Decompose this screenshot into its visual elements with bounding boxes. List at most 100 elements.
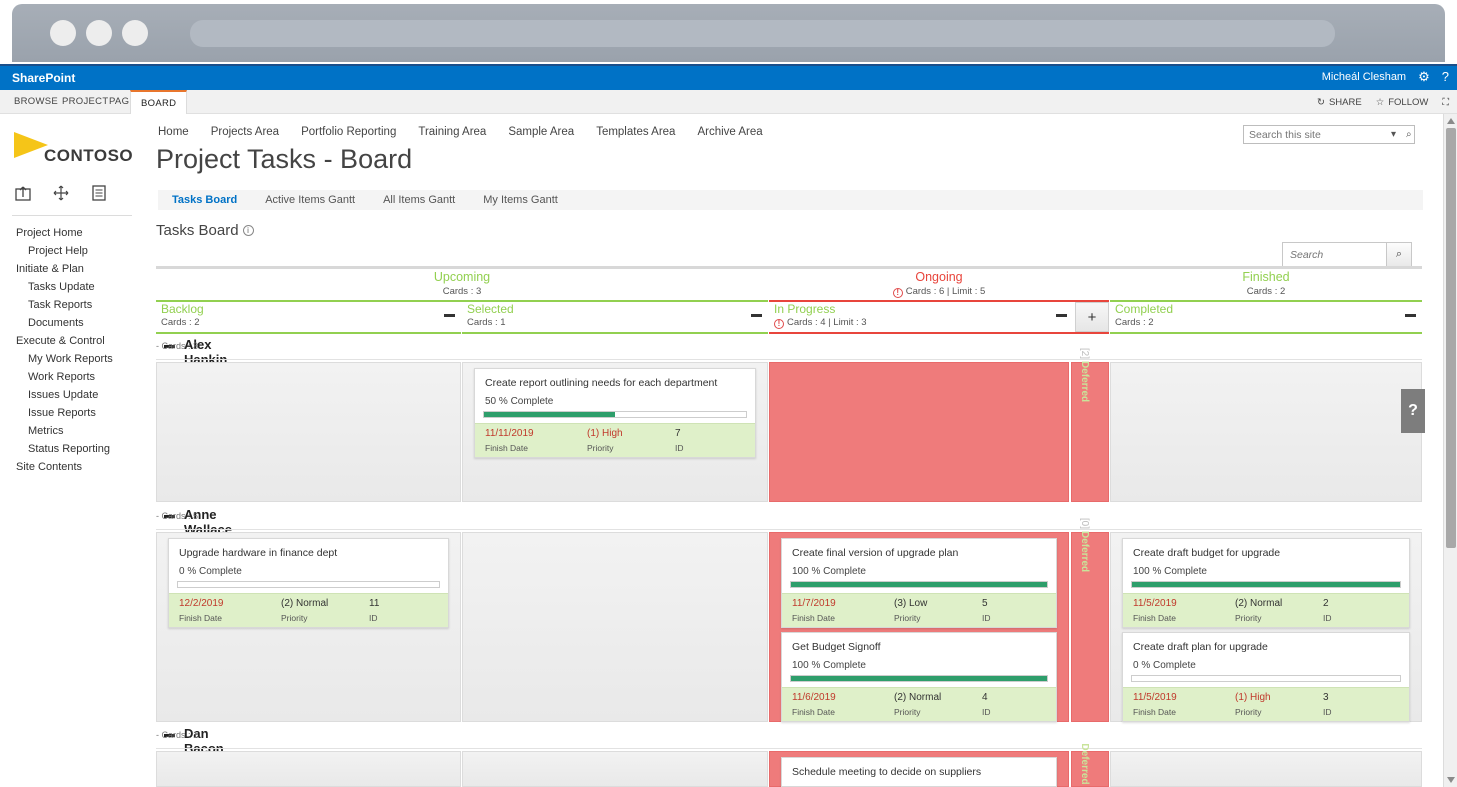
board-search[interactable]: ⌕ <box>1282 242 1412 267</box>
scrollbar-thumb[interactable] <box>1446 128 1456 548</box>
sharepoint-brand[interactable]: SharePoint <box>12 71 75 85</box>
upload-icon[interactable] <box>12 182 34 204</box>
board-cell-selected[interactable] <box>462 751 768 787</box>
site-search-input[interactable] <box>1244 126 1386 143</box>
topnav-link-archive-area[interactable]: Archive Area <box>697 126 762 138</box>
nav-item-work-reports[interactable]: Work Reports <box>0 368 150 386</box>
board-heading-label: Tasks Board <box>156 222 239 239</box>
chevron-down-icon[interactable]: ▾ <box>1386 129 1401 140</box>
nav-item-issues-update[interactable]: Issues Update <box>0 386 150 404</box>
task-card-finish-date-label: Finish Date <box>792 613 835 623</box>
view-tab-tasks-board[interactable]: Tasks Board <box>158 190 251 210</box>
user-menu[interactable]: Micheál Clesham <box>1322 71 1406 83</box>
collapsed-column-deferred[interactable]: Deferred <box>1071 743 1109 787</box>
scroll-down-arrow[interactable] <box>1447 777 1455 783</box>
nav-item-documents[interactable]: Documents <box>0 314 150 332</box>
collapse-column-button[interactable] <box>1056 314 1067 317</box>
window-close-button[interactable] <box>50 20 76 46</box>
view-tab-my-items-gantt[interactable]: My Items Gantt <box>469 190 572 210</box>
task-card-finish-date-label: Finish Date <box>1133 613 1176 623</box>
topnav-link-home[interactable]: Home <box>158 126 189 138</box>
swimlane-rule <box>156 529 1422 530</box>
warning-icon: ! <box>892 288 903 298</box>
view-tab-active-items-gantt[interactable]: Active Items Gantt <box>251 190 369 210</box>
top-navigation: Home Projects Area Portfolio Reporting Trai… <box>158 126 763 138</box>
board-cell-backlog[interactable] <box>156 362 461 502</box>
board-cell-in-progress[interactable] <box>769 362 1069 502</box>
task-card-priority-value: (1) High <box>1235 692 1271 703</box>
collapse-column-button[interactable] <box>444 314 455 317</box>
task-card[interactable]: Upgrade hardware in finance dept 0 % Comp… <box>168 538 449 628</box>
share-button[interactable]: ↻ SHARE <box>1317 97 1362 108</box>
task-card[interactable]: Create report outlining needs for each d… <box>474 368 756 458</box>
site-search-box[interactable]: ▾ ⌕ <box>1243 125 1415 144</box>
gear-icon[interactable]: ⚙ <box>1418 70 1430 83</box>
nav-item-execute-control[interactable]: Execute & Control <box>0 332 150 350</box>
topnav-link-portfolio-reporting[interactable]: Portfolio Reporting <box>301 126 396 138</box>
help-icon[interactable]: ? <box>1442 70 1449 83</box>
collapse-column-button[interactable] <box>751 314 762 317</box>
nav-item-my-work-reports[interactable]: My Work Reports <box>0 350 150 368</box>
topnav-link-projects-area[interactable]: Projects Area <box>211 126 279 138</box>
vertical-scrollbar[interactable] <box>1443 114 1457 787</box>
board-top-rule <box>156 266 1422 269</box>
board-search-button[interactable]: ⌕ <box>1386 242 1412 267</box>
board-cell-backlog[interactable] <box>156 751 461 787</box>
board-cell-selected[interactable] <box>462 532 768 722</box>
group-name: Ongoing <box>915 270 963 284</box>
task-card[interactable]: Create draft plan for upgrade 0 % Complet… <box>1122 632 1410 722</box>
task-card-task-id-value: 2 <box>1323 598 1329 609</box>
window-maximize-button[interactable] <box>122 20 148 46</box>
window-minimize-button[interactable] <box>86 20 112 46</box>
add-card-button[interactable]: + <box>1075 302 1109 332</box>
board-search-input[interactable] <box>1282 242 1386 267</box>
task-card-finish-date-group: 11/7/2019 Finish Date <box>792 598 836 623</box>
task-card-progress-bar <box>177 581 440 588</box>
nav-item-status-reporting[interactable]: Status Reporting <box>0 440 150 458</box>
address-bar[interactable] <box>190 20 1335 47</box>
board-cell-completed[interactable] <box>1110 362 1422 502</box>
topnav-link-sample-area[interactable]: Sample Area <box>508 126 574 138</box>
task-card[interactable]: Schedule meeting to decide on suppliers <box>781 757 1057 787</box>
info-icon[interactable]: i <box>242 225 254 236</box>
help-tab-button[interactable]: ? <box>1401 389 1425 433</box>
nav-item-tasks-update[interactable]: Tasks Update <box>0 278 150 296</box>
task-card[interactable]: Get Budget Signoff 100 % Complete 11/6/201… <box>781 632 1057 722</box>
board-cell-completed[interactable] <box>1110 751 1422 787</box>
move-icon[interactable] <box>50 182 72 204</box>
task-card-priority-value: (2) Normal <box>1235 598 1283 609</box>
task-card-task-id-group: 2 ID <box>1323 598 1332 623</box>
task-card[interactable]: Create draft budget for upgrade 100 % Com… <box>1122 538 1410 628</box>
nav-item-issue-reports[interactable]: Issue Reports <box>0 404 150 422</box>
nav-item-project-help[interactable]: Project Help <box>0 242 150 260</box>
swimlane-rule <box>156 359 1422 360</box>
follow-button[interactable]: ☆ FOLLOW <box>1376 97 1429 108</box>
task-card-progress-fill <box>1132 582 1400 587</box>
topnav-link-templates-area[interactable]: Templates Area <box>596 126 675 138</box>
deferred-column-label: Deferred <box>1079 743 1090 784</box>
search-icon[interactable]: ⌕ <box>1401 129 1417 140</box>
ribbon-tab-board[interactable]: BOARD <box>130 90 188 114</box>
nav-item-site-contents[interactable]: Site Contents <box>0 458 150 476</box>
nav-item-initiate-plan[interactable]: Initiate & Plan <box>0 260 150 278</box>
task-card-title: Create report outlining needs for each d… <box>485 377 718 389</box>
focus-on-content-button[interactable]: ⛶ <box>1442 97 1449 108</box>
collapsed-column-deferred[interactable]: [2]Deferred <box>1071 348 1109 502</box>
task-card[interactable]: Create final version of upgrade plan 100 … <box>781 538 1057 628</box>
topnav-link-training-area[interactable]: Training Area <box>418 126 486 138</box>
list-icon[interactable] <box>88 182 110 204</box>
column-card-count: ! Cards : 4 | Limit : 3 <box>774 317 867 329</box>
page-body: CONTOSO Project Home Project Help Initiate… <box>0 114 1457 787</box>
collapsed-column-deferred[interactable]: [0]Deferred <box>1071 518 1109 722</box>
nav-item-project-home[interactable]: Project Home <box>0 224 150 242</box>
collapse-column-button[interactable] <box>1405 314 1416 317</box>
deferred-label-text: Deferred <box>1079 530 1090 573</box>
view-tab-all-items-gantt[interactable]: All Items Gantt <box>369 190 469 210</box>
swimlane-rule <box>156 748 1422 749</box>
swimlane: Alex Hankin- Cards : 3[2]DeferredCreate … <box>156 334 1422 504</box>
nav-item-task-reports[interactable]: Task Reports <box>0 296 150 314</box>
task-card-footer: 11/11/2019 Finish Date (1) High Priority 7 ID <box>475 423 755 457</box>
nav-item-metrics[interactable]: Metrics <box>0 422 150 440</box>
scroll-up-arrow[interactable] <box>1447 118 1455 124</box>
group-name: Upcoming <box>433 270 491 284</box>
